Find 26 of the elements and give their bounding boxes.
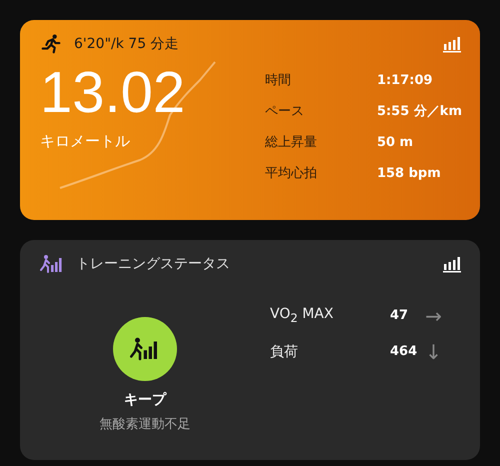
stat-value: 5:55 分／km — [376, 103, 462, 121]
metric-label: VO$_{2}$ MAX — [270, 305, 334, 327]
stat-value: 50 m — [376, 134, 414, 152]
status-label: キープ — [124, 391, 166, 409]
distance-value: 13.02 — [40, 60, 186, 126]
stat-value: 158 bpm — [376, 165, 442, 183]
stat-label: 総上昇量 — [264, 134, 318, 152]
training-card[interactable]: トレーニングステータス キープ 無酸素運動不足 VO$_{2}$ MAX 47 → 負荷 464 ↓ — [20, 240, 480, 460]
metric-label: 負荷 — [270, 342, 299, 362]
activity-card[interactable]: 6'20"/k 75 分走 13.02 キロメートル 時間 1:17:09 ペース 5:55 分／km 総上昇量 50 m 平均心拍 158 bpm — [20, 20, 480, 220]
training-status-icon — [130, 335, 160, 363]
training-status-icon — [40, 253, 64, 275]
stat-value: 1:17:09 — [376, 72, 434, 90]
distance-unit: キロメートル — [40, 132, 131, 151]
trend-arrow: ↓ — [425, 340, 442, 364]
activity-title: 6'20"/k 75 分走 — [74, 35, 180, 53]
stat-label: 平均心拍 — [264, 165, 318, 183]
stat-label: 時間 — [264, 72, 292, 90]
training-title: トレーニングステータス — [76, 255, 231, 273]
status-detail: 無酸素運動不足 — [100, 416, 190, 433]
metric-value: 47 — [390, 308, 410, 324]
runner-icon — [40, 33, 62, 55]
stat-label: ペース — [264, 103, 305, 121]
chart-icon[interactable] — [442, 255, 462, 273]
metric-value: 464 — [390, 344, 418, 360]
trend-arrow: → — [425, 304, 442, 328]
